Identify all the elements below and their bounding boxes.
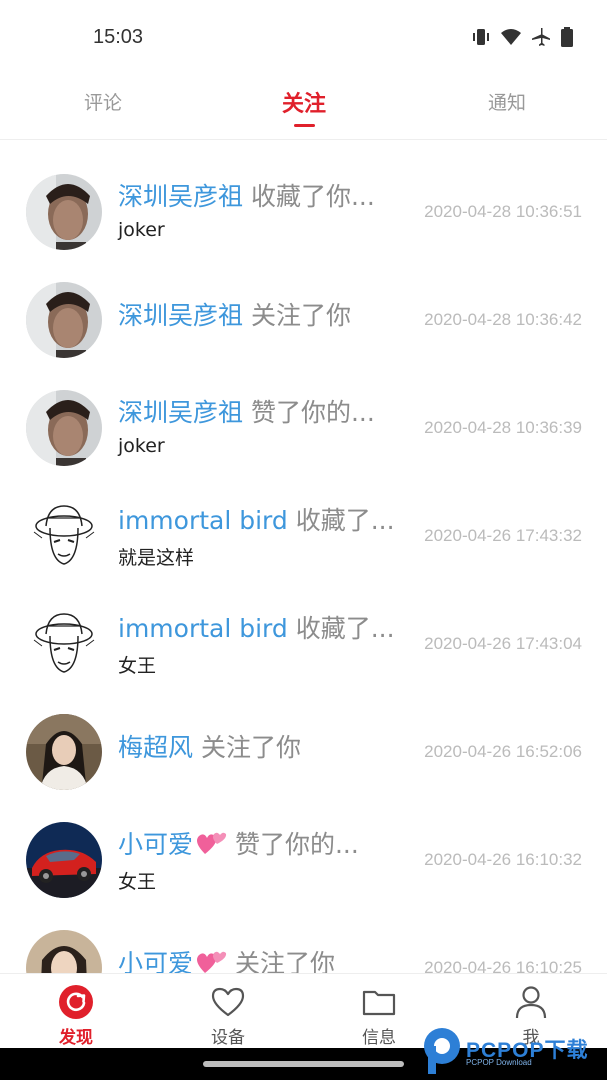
list-item[interactable]: 梅超风 关注了你 2020-04-26 16:52:06 [0, 681, 607, 790]
list-item[interactable]: 深圳吴彦祖 关注了你 2020-04-28 10:36:42 [0, 249, 607, 358]
tab-notifications[interactable]: 通知 [488, 88, 526, 115]
avatar[interactable] [26, 822, 102, 898]
avatar[interactable] [26, 606, 102, 682]
notification-text: 深圳吴彦祖 关注了你 [118, 296, 351, 332]
two-hearts-emoji [195, 947, 227, 973]
username[interactable]: immortal bird [118, 614, 288, 643]
nav-label: 发现 [59, 1028, 93, 1048]
list-item[interactable]: 深圳吴彦祖 赞了你的... joker 2020-04-28 10:36:39 [0, 357, 607, 466]
home-gesture-bar[interactable] [203, 1061, 404, 1067]
notification-text: 梅超风 关注了你 [118, 728, 301, 764]
content-title: 就是这样 [118, 547, 195, 569]
timestamp: 2020-04-26 16:10:32 [424, 850, 582, 869]
status-bar: 15:03 [0, 0, 607, 70]
username[interactable]: 梅超风 [118, 733, 193, 762]
action-text: 赞了你的... [234, 830, 359, 859]
notification-list[interactable]: 深圳吴彦祖 收藏了你... joker 2020-04-28 10:36:51 … [0, 141, 607, 973]
avatar[interactable] [26, 930, 102, 973]
list-item[interactable]: 小可爱 关注了你 2020-04-26 16:10:25 [0, 897, 607, 973]
battery-icon [560, 27, 574, 47]
timestamp: 2020-04-26 16:52:06 [424, 742, 582, 761]
timestamp: 2020-04-26 17:43:32 [424, 526, 582, 545]
content-title: 女王 [118, 871, 157, 893]
timestamp: 2020-04-26 17:43:04 [424, 634, 582, 653]
avatar[interactable] [26, 390, 102, 466]
username[interactable]: 小可爱 [118, 949, 193, 973]
watermark-subtext: PCPOP Download [466, 1058, 532, 1067]
action-text: 收藏了... [295, 506, 395, 535]
heart-icon [210, 984, 246, 1020]
active-tab-indicator [294, 124, 315, 127]
timestamp: 2020-04-28 10:36:51 [424, 202, 582, 221]
nav-devices[interactable]: 设备 [168, 974, 288, 1049]
list-item[interactable]: 小可爱 赞了你的... 女王 2020-04-26 16:10:32 [0, 789, 607, 898]
top-tab-bar: 评论 关注 通知 [0, 70, 607, 140]
wifi-icon [500, 27, 522, 47]
notification-text: immortal bird 收藏了... [118, 501, 395, 537]
tab-comments[interactable]: 评论 [84, 88, 122, 115]
timestamp: 2020-04-28 10:36:42 [424, 310, 582, 329]
action-text: 关注了你 [234, 949, 335, 973]
action-text: 关注了你 [250, 301, 351, 330]
avatar[interactable] [26, 174, 102, 250]
user-icon [513, 984, 549, 1020]
notification-text: 深圳吴彦祖 收藏了你... [118, 177, 375, 213]
notification-text: 小可爱 关注了你 [118, 944, 335, 973]
timestamp: 2020-04-28 10:36:39 [424, 418, 582, 437]
content-title: joker [118, 219, 165, 241]
timestamp: 2020-04-26 16:10:25 [424, 958, 582, 973]
pcpop-logo-icon [422, 1026, 464, 1080]
watermark: PCPOP下载 PCPOP Download [420, 1024, 607, 1080]
action-text: 关注了你 [200, 733, 301, 762]
status-icons [471, 27, 574, 47]
action-text: 收藏了... [295, 614, 395, 643]
status-time: 15:03 [93, 26, 144, 48]
action-text: 赞了你的... [250, 398, 375, 427]
nav-discover[interactable]: 发现 [16, 974, 136, 1049]
username[interactable]: 深圳吴彦祖 [118, 182, 243, 211]
avatar[interactable] [26, 498, 102, 574]
refresh-icon [58, 984, 94, 1020]
username[interactable]: 深圳吴彦祖 [118, 301, 243, 330]
vibrate-icon [471, 27, 491, 47]
list-item[interactable]: 深圳吴彦祖 收藏了你... joker 2020-04-28 10:36:51 [0, 141, 607, 250]
username[interactable]: immortal bird [118, 506, 288, 535]
notification-text: immortal bird 收藏了... [118, 609, 395, 645]
content-title: 女王 [118, 655, 157, 677]
list-item[interactable]: immortal bird 收藏了... 就是这样 2020-04-26 17:… [0, 465, 607, 574]
list-item[interactable]: immortal bird 收藏了... 女王 2020-04-26 17:43… [0, 573, 607, 682]
airplane-icon [531, 27, 551, 47]
notification-text: 小可爱 赞了你的... [118, 825, 359, 864]
avatar[interactable] [26, 714, 102, 790]
username[interactable]: 深圳吴彦祖 [118, 398, 243, 427]
two-hearts-emoji [195, 828, 227, 864]
content-title: joker [118, 435, 165, 457]
avatar[interactable] [26, 282, 102, 358]
username[interactable]: 小可爱 [118, 830, 193, 859]
nav-label: 设备 [211, 1028, 245, 1048]
tab-following[interactable]: 关注 [282, 86, 326, 118]
folder-icon [361, 984, 397, 1020]
action-text: 收藏了你... [250, 182, 375, 211]
notification-text: 深圳吴彦祖 赞了你的... [118, 393, 375, 429]
